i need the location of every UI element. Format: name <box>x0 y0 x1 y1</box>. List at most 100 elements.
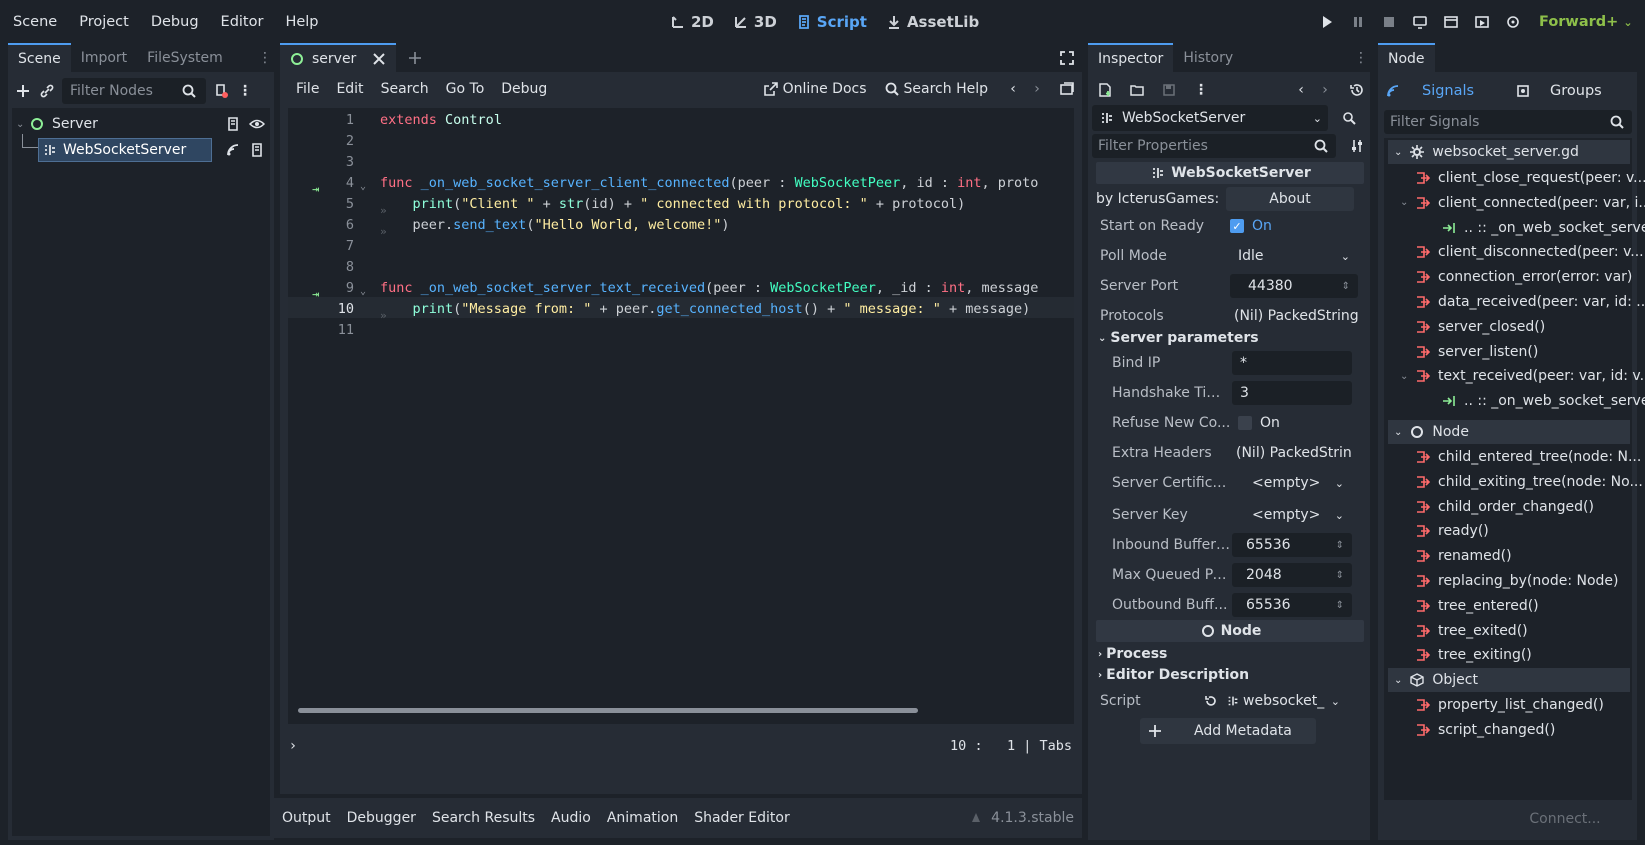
inbound-buffer-spinbox[interactable]: 65536 ⇕ <box>1232 533 1352 557</box>
server-key-picker[interactable]: <empty> ⌄ <box>1232 503 1352 527</box>
signal-item[interactable]: renamed() <box>1414 544 1512 568</box>
outbound-buffer-spinbox[interactable]: 65536 ⇕ <box>1232 593 1352 617</box>
tree-item-server[interactable]: ⌄ Server <box>16 112 266 136</box>
toggle-scripts-panel-icon[interactable] <box>1058 80 1076 98</box>
signal-item[interactable]: connection_error(error: var) <box>1414 265 1632 289</box>
reset-icon[interactable] <box>1202 692 1220 710</box>
tab-history[interactable]: History <box>1173 44 1243 72</box>
history-back-icon[interactable]: ‹ <box>1004 80 1022 98</box>
property-tools-icon[interactable] <box>1348 137 1366 155</box>
stop-icon[interactable] <box>1380 13 1398 31</box>
signal-item[interactable]: replacing_by(node: Node) <box>1414 569 1619 593</box>
object-selector[interactable]: WebSocketServer ⌄ <box>1092 105 1328 131</box>
bottom-tab-search-results[interactable]: Search Results <box>432 810 535 826</box>
mode-assetlib[interactable]: AssetLib <box>885 13 979 31</box>
expand-arrow-icon[interactable]: ⌄ <box>1400 371 1408 382</box>
horizontal-scrollbar[interactable] <box>298 708 918 713</box>
add-metadata-button[interactable]: Add Metadata <box>1140 718 1316 744</box>
bottom-tab-debugger[interactable]: Debugger <box>347 810 416 826</box>
menu-scene[interactable]: Scene <box>13 14 57 30</box>
script-menu-edit[interactable]: Edit <box>336 81 363 97</box>
mode-2d[interactable]: 2D <box>669 13 714 31</box>
new-resource-icon[interactable] <box>1096 81 1114 99</box>
script-attached-icon[interactable] <box>248 141 266 159</box>
script-attached-icon[interactable] <box>224 115 242 133</box>
bind-ip-input[interactable]: * <box>1232 351 1352 375</box>
handshake-timeout-input[interactable]: 3 <box>1232 381 1352 405</box>
scene-menu-icon[interactable]: ⋮ <box>236 82 254 100</box>
close-icon[interactable] <box>370 50 388 68</box>
tab-inspector[interactable]: Inspector <box>1088 43 1174 73</box>
poll-mode-select[interactable]: Idle ⌄ <box>1230 244 1358 268</box>
script-menu-debug[interactable]: Debug <box>501 81 547 97</box>
add-node-icon[interactable] <box>14 82 32 100</box>
filter-nodes-input[interactable]: Filter Nodes <box>62 78 206 104</box>
tab-filesystem[interactable]: FileSystem <box>137 44 233 72</box>
signal-item[interactable]: tree_exiting() <box>1414 643 1532 667</box>
signal-item[interactable]: tree_exited() <box>1414 619 1528 643</box>
signal-connections-icon[interactable] <box>224 141 242 159</box>
group-editor-description[interactable]: › Editor Description <box>1098 667 1249 683</box>
max-queued-packets-spinbox[interactable]: 2048 ⇕ <box>1232 563 1352 587</box>
bottom-tab-output[interactable]: Output <box>282 810 331 826</box>
tab-import[interactable]: Import <box>71 44 137 72</box>
script-menu-goto[interactable]: Go To <box>446 81 485 97</box>
play-icon[interactable] <box>1318 13 1336 31</box>
refuse-new-connections-checkbox[interactable]: On <box>1232 415 1280 431</box>
history-forward-icon[interactable]: › <box>1316 81 1334 99</box>
signal-item[interactable]: ⌄ text_received(peer: var, id: v... <box>1400 364 1645 388</box>
fold-arrow-icon[interactable]: ⌄ <box>360 286 366 297</box>
search-help-button[interactable]: Search Help <box>883 80 988 98</box>
menu-editor[interactable]: Editor <box>221 14 264 30</box>
play-scene-icon[interactable] <box>1442 13 1460 31</box>
signal-item[interactable]: client_close_request(peer: v... <box>1414 166 1645 190</box>
server-certificate-picker[interactable]: <empty> ⌄ <box>1232 471 1352 495</box>
start-on-ready-checkbox[interactable]: ✓ On <box>1230 218 1272 234</box>
signal-connection[interactable]: .. :: _on_web_socket_serve... <box>1440 216 1645 240</box>
bottom-tab-animation[interactable]: Animation <box>607 810 678 826</box>
group-process[interactable]: › Process <box>1098 646 1167 662</box>
pause-icon[interactable] <box>1349 13 1367 31</box>
signal-item[interactable]: script_changed() <box>1414 718 1555 742</box>
menu-debug[interactable]: Debug <box>151 14 199 30</box>
online-docs-button[interactable]: Online Docs <box>762 80 867 98</box>
visibility-icon[interactable] <box>248 115 266 133</box>
signal-item[interactable]: ⌄ client_connected(peer: var, i... <box>1400 191 1645 215</box>
signal-item[interactable]: child_exiting_tree(node: No... <box>1414 470 1643 494</box>
protocols-array[interactable]: (Nil) PackedString <box>1230 304 1358 328</box>
signal-item[interactable]: data_received(peer: var, id: ... <box>1414 290 1645 314</box>
script-menu-file[interactable]: File <box>296 81 319 97</box>
tab-node[interactable]: Node <box>1378 43 1435 73</box>
groups-toggle[interactable]: Groups <box>1514 82 1602 100</box>
signal-item[interactable]: server_closed() <box>1414 315 1545 339</box>
tab-scene[interactable]: Scene <box>8 43 71 73</box>
extra-headers-array[interactable]: (Nil) PackedStrin <box>1232 441 1360 465</box>
toggle-warnings-icon[interactable]: › <box>284 737 302 755</box>
signals-header-node[interactable]: ⌄ Node <box>1388 420 1630 444</box>
group-server-parameters[interactable]: ⌄ Server parameters <box>1098 330 1259 346</box>
save-icon[interactable] <box>1160 81 1178 99</box>
filter-signals-input[interactable]: Filter Signals <box>1384 110 1632 134</box>
bottom-tab-shader-editor[interactable]: Shader Editor <box>694 810 789 826</box>
signals-toggle[interactable]: Signals <box>1384 82 1514 100</box>
signal-connection[interactable]: .. :: _on_web_socket_serve... <box>1440 389 1645 413</box>
history-back-icon[interactable]: ‹ <box>1292 81 1310 99</box>
signal-item[interactable]: property_list_changed() <box>1414 693 1604 717</box>
signal-item[interactable]: server_listen() <box>1414 340 1538 364</box>
mode-script[interactable]: Script <box>795 13 867 31</box>
movie-maker-icon[interactable] <box>1504 13 1522 31</box>
renderer-select[interactable]: Forward+ ⌄ <box>1539 14 1633 30</box>
menu-help[interactable]: Help <box>285 14 318 30</box>
script-resource-picker[interactable]: websocket_ ⌄ <box>1220 689 1344 713</box>
resource-menu-icon[interactable]: ⋮ <box>1192 81 1210 99</box>
signal-item[interactable]: child_order_changed() <box>1414 495 1594 519</box>
new-tab-icon[interactable] <box>406 49 424 67</box>
bottom-tab-audio[interactable]: Audio <box>551 810 591 826</box>
signal-item[interactable]: ready() <box>1414 519 1489 543</box>
dock-menu-icon[interactable]: ⋮ <box>256 49 274 67</box>
signals-header-script[interactable]: ⌄ websocket_server.gd <box>1388 140 1630 164</box>
signal-item[interactable]: client_disconnected(peer: v... <box>1414 240 1644 264</box>
signal-item[interactable]: tree_entered() <box>1414 594 1539 618</box>
dock-menu-icon[interactable]: ⋮ <box>1352 49 1370 67</box>
filter-properties-input[interactable]: Filter Properties <box>1092 134 1337 158</box>
